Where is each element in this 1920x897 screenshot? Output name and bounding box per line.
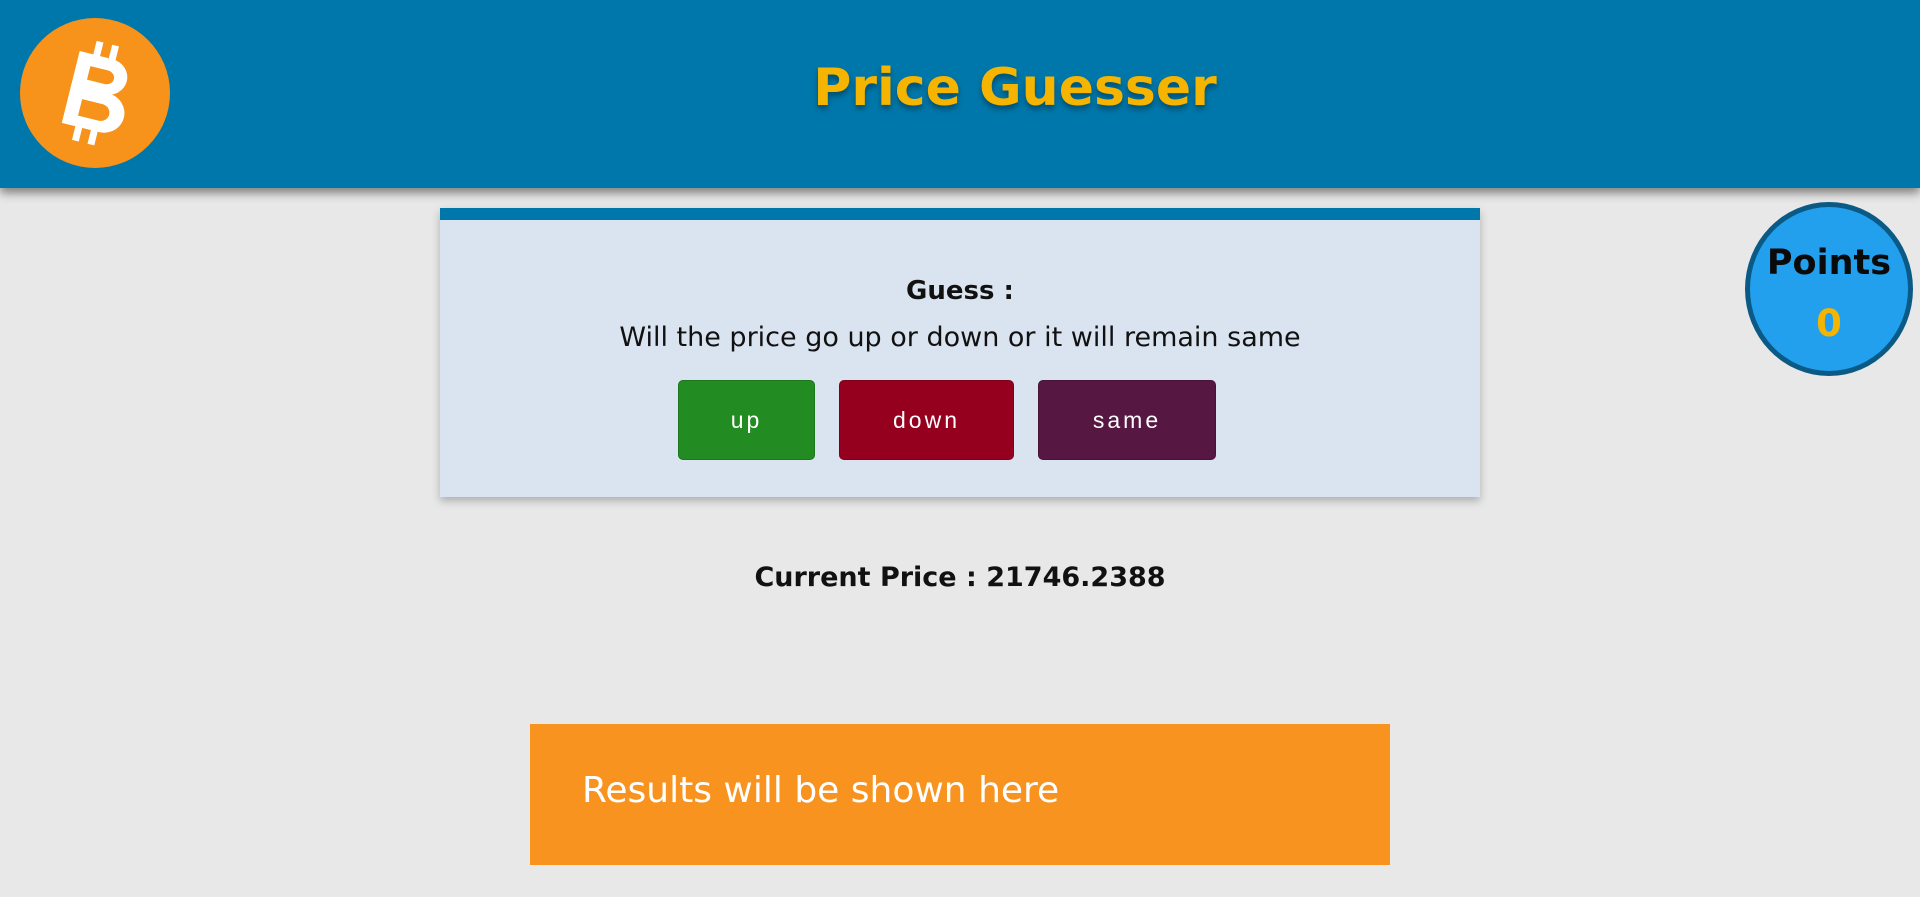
guess-question: Will the price go up or down or it will … — [619, 322, 1301, 353]
points-badge: Points 0 — [1745, 202, 1913, 376]
app-header: Price Guesser — [0, 0, 1920, 188]
results-text: Results will be shown here — [582, 770, 1060, 811]
points-value: 0 — [1816, 302, 1842, 345]
points-label: Points — [1766, 243, 1892, 283]
guess-card: Guess : Will the price go up or down or … — [440, 208, 1480, 497]
guess-label: Guess : — [906, 276, 1014, 306]
current-price: Current Price : 21746.2388 — [754, 562, 1166, 593]
results-panel: Results will be shown here — [530, 724, 1390, 865]
same-button[interactable]: same — [1038, 380, 1216, 460]
down-button[interactable]: down — [839, 380, 1014, 460]
up-button[interactable]: up — [678, 380, 815, 460]
page-title: Price Guesser — [813, 58, 1217, 118]
